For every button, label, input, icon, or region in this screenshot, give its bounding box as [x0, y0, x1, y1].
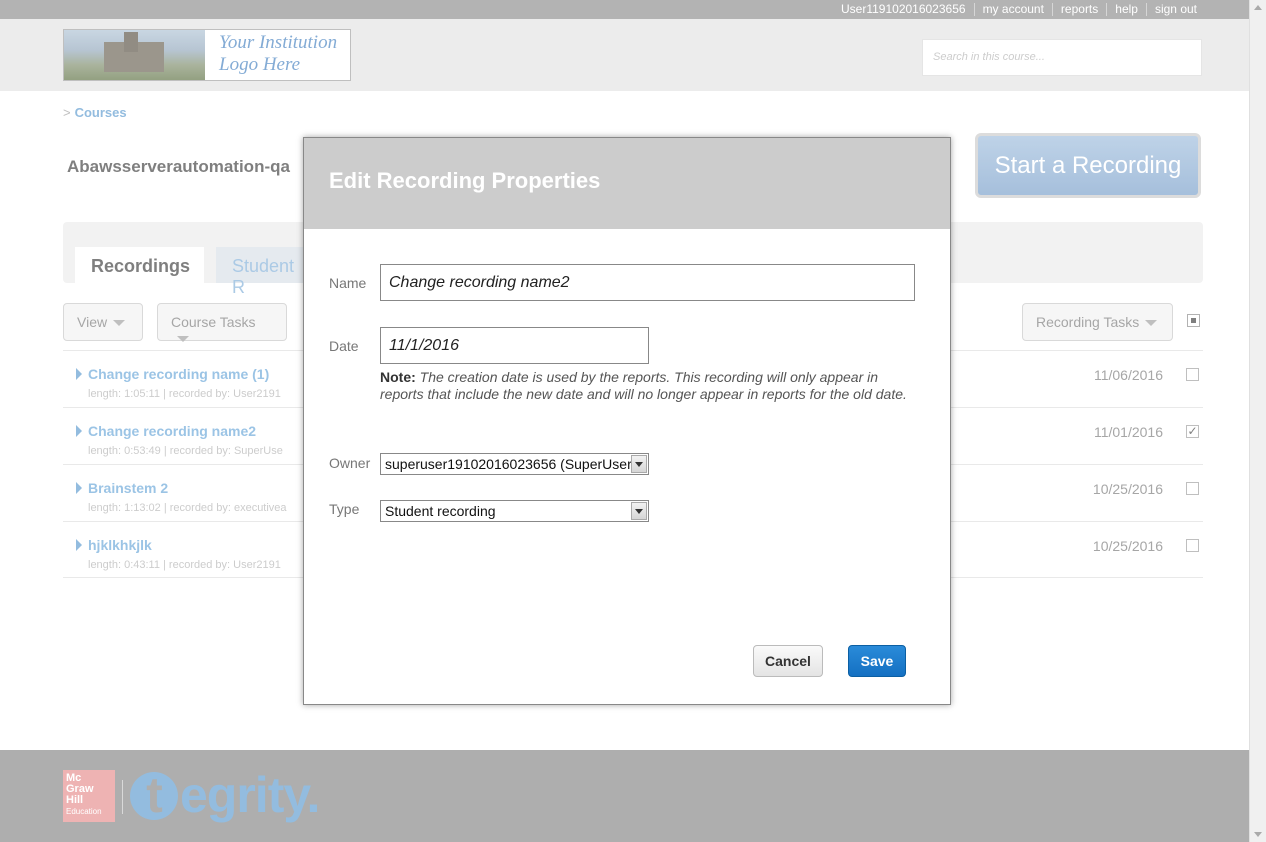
note-label: Note:: [380, 369, 416, 385]
dropdown-arrow-icon[interactable]: [631, 502, 647, 520]
date-input[interactable]: 11/1/2016: [380, 327, 649, 364]
save-button[interactable]: Save: [848, 645, 906, 677]
dialog-title: Edit Recording Properties: [329, 168, 601, 193]
cancel-button[interactable]: Cancel: [753, 645, 823, 677]
owner-label: Owner: [329, 455, 371, 471]
page-scrollbar[interactable]: [1249, 0, 1266, 842]
scroll-up-icon[interactable]: [1254, 5, 1262, 10]
owner-select[interactable]: superuser19102016023656 (SuperUser: [380, 453, 649, 475]
type-label: Type: [329, 501, 360, 517]
date-note: Note: The creation date is used by the r…: [380, 369, 910, 403]
name-label: Name: [329, 275, 367, 291]
dialog-header: Edit Recording Properties: [304, 138, 950, 229]
scroll-down-icon[interactable]: [1254, 832, 1262, 837]
dropdown-arrow-icon[interactable]: [631, 455, 647, 473]
type-select[interactable]: Student recording: [380, 500, 649, 522]
edit-recording-dialog: Edit Recording Properties Name Change re…: [303, 137, 951, 705]
date-label: Date: [329, 338, 359, 354]
name-input[interactable]: Change recording name2: [380, 264, 915, 301]
note-text: The creation date is used by the reports…: [380, 369, 907, 402]
